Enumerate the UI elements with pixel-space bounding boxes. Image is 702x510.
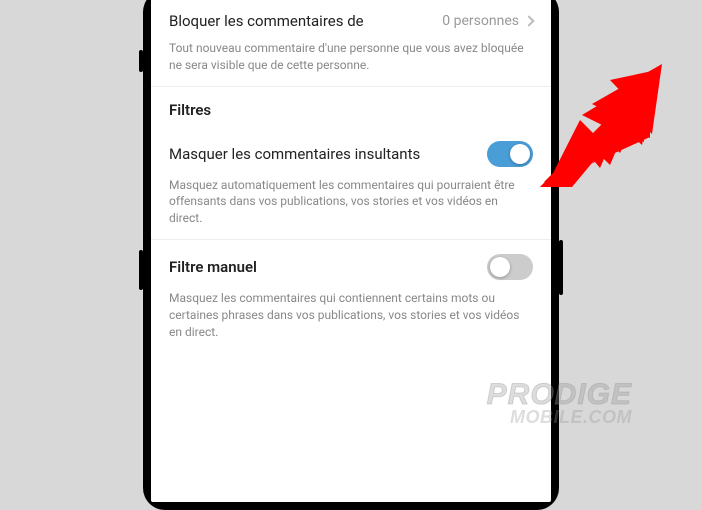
phone-frame: Bloquer les commentaires de 0 personnes … xyxy=(143,0,559,510)
phone-screen: Bloquer les commentaires de 0 personnes … xyxy=(151,0,551,502)
block-comments-description: Tout nouveau commentaire d'une personne … xyxy=(169,40,533,74)
hide-offensive-title: Masquer les commentaires insultants xyxy=(169,145,420,163)
block-comments-value-wrapper: 0 personnes xyxy=(442,13,533,29)
manual-filter-section: Filtre manuel Masquez les commentaires q… xyxy=(151,240,551,352)
phone-button-notch xyxy=(559,240,563,295)
filters-header: Filtres xyxy=(151,87,551,127)
callout-arrow-icon xyxy=(534,62,664,192)
hide-offensive-section: Masquer les commentaires insultants Masq… xyxy=(151,127,551,239)
manual-filter-row: Filtre manuel xyxy=(169,254,533,280)
hide-offensive-toggle[interactable] xyxy=(487,141,533,167)
phone-button-notch xyxy=(139,250,143,290)
hide-offensive-description: Masquez automatiquement les commentaires… xyxy=(169,177,533,227)
hide-offensive-row: Masquer les commentaires insultants xyxy=(169,141,533,167)
block-comments-section: Bloquer les commentaires de 0 personnes … xyxy=(151,0,551,86)
phone-button-notch xyxy=(139,50,143,72)
manual-filter-toggle[interactable] xyxy=(487,254,533,280)
toggle-knob xyxy=(490,257,510,277)
block-comments-row[interactable]: Bloquer les commentaires de 0 personnes xyxy=(169,12,533,30)
toggle-knob xyxy=(510,144,530,164)
block-comments-count: 0 personnes xyxy=(442,13,519,29)
block-comments-title: Bloquer les commentaires de xyxy=(169,12,364,30)
manual-filter-title: Filtre manuel xyxy=(169,258,257,276)
manual-filter-description: Masquez les commentaires qui contiennent… xyxy=(169,290,533,340)
chevron-right-icon xyxy=(523,15,534,26)
